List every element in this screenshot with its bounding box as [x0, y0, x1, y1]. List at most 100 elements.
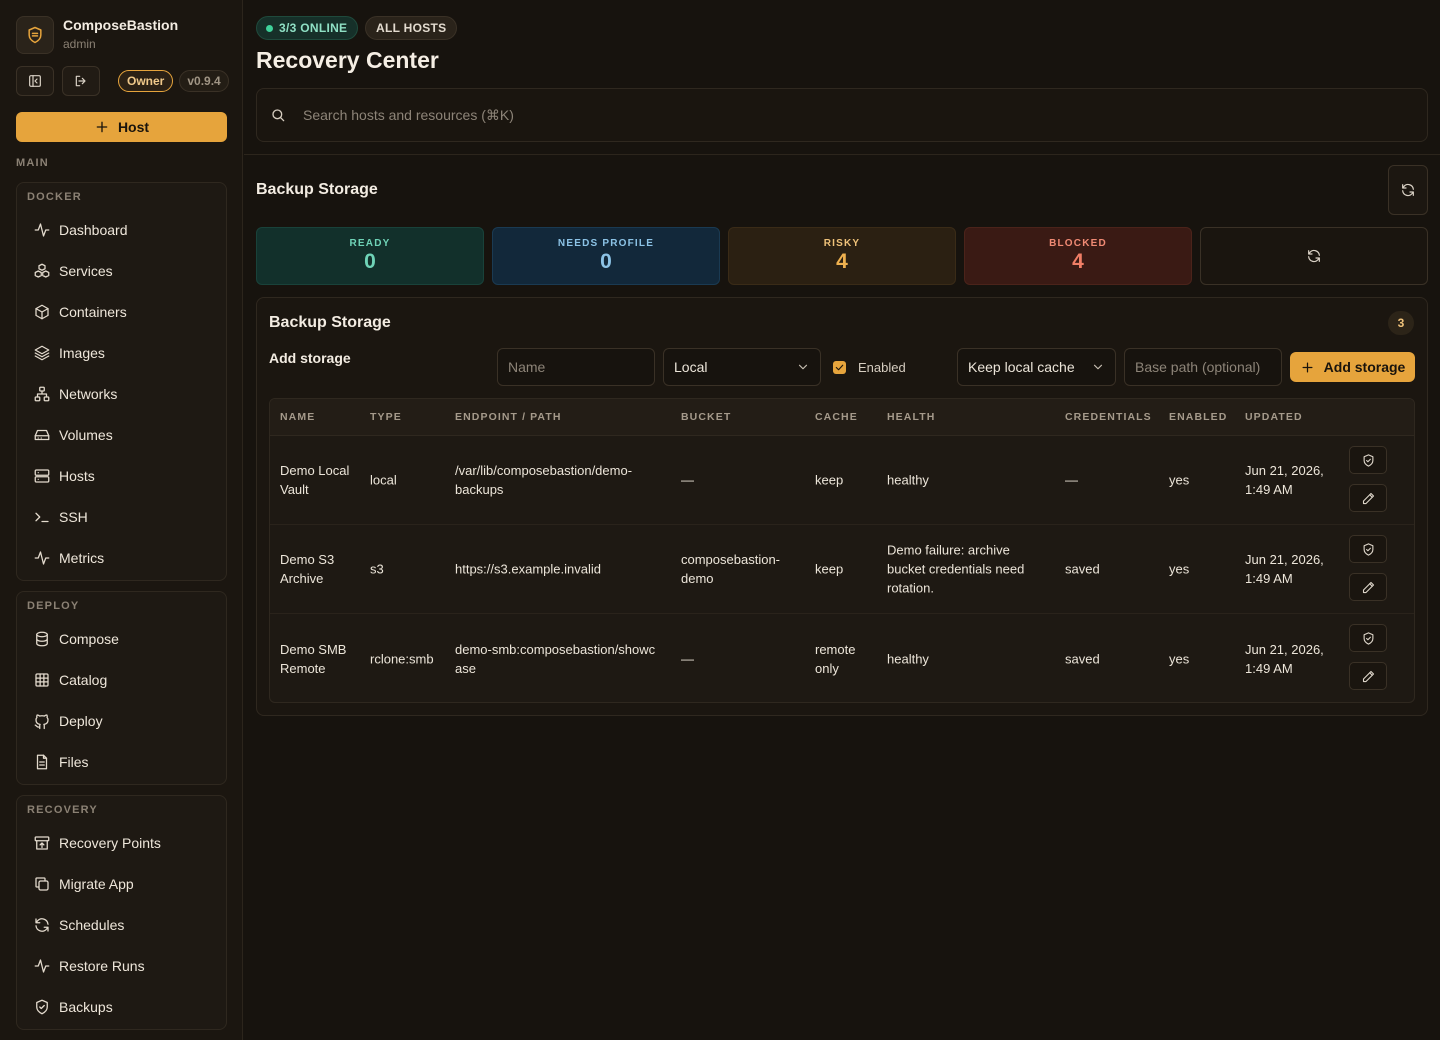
- nav-group-recovery: RECOVERY Recovery Points Migrate App Sch…: [16, 795, 227, 1030]
- sidebar-item-metrics[interactable]: Metrics: [17, 537, 226, 578]
- sidebar-item-containers[interactable]: Containers: [17, 291, 226, 332]
- column-header-cache[interactable]: CACHE: [815, 411, 858, 423]
- sidebar-item-images[interactable]: Images: [17, 332, 226, 373]
- sidebar-item-catalog[interactable]: Catalog: [17, 659, 226, 700]
- nav-group-title: DOCKER: [27, 191, 82, 203]
- sidebar-item-label: Containers: [59, 303, 127, 320]
- sidebar-item-hosts[interactable]: Hosts: [17, 455, 226, 496]
- cell-enabled: yes: [1169, 651, 1190, 666]
- sidebar-item-schedules[interactable]: Schedules: [17, 904, 226, 945]
- sidebar-tools: Owner v0.9.4: [16, 66, 229, 96]
- sidebar-item-migrate-app[interactable]: Migrate App: [17, 863, 226, 904]
- sidebar-item-label: Files: [59, 753, 89, 770]
- column-header-name[interactable]: NAME: [280, 411, 315, 423]
- logout-icon: [75, 75, 86, 87]
- stat-ready[interactable]: READY 0: [256, 227, 484, 285]
- nav-group-title: DEPLOY: [27, 600, 80, 612]
- storage-type-select[interactable]: Local: [663, 348, 821, 386]
- box-icon: [33, 303, 51, 321]
- brand-name: ComposeBastion: [63, 17, 179, 33]
- column-header-bucket[interactable]: BUCKET: [681, 411, 731, 423]
- host-filter-pill[interactable]: ALL HOSTS: [365, 16, 458, 40]
- add-host-button[interactable]: Host: [16, 112, 227, 142]
- stat-blocked[interactable]: BLOCKED 4: [964, 227, 1192, 285]
- base-path-input[interactable]: [1124, 348, 1282, 386]
- edit-storage-button[interactable]: [1349, 662, 1387, 690]
- cell-name: Demo S3 Archive: [280, 552, 335, 586]
- cell-cache: keep: [815, 472, 844, 488]
- sidebar-item-label: Restore Runs: [59, 957, 145, 974]
- cell-endpoint: /var/lib/composebastion/demo-backups: [455, 463, 633, 497]
- cell-bucket: —: [681, 472, 694, 488]
- enabled-checkbox[interactable]: [833, 361, 846, 374]
- stat-label: BLOCKED: [1049, 238, 1107, 249]
- table-row: Demo SMB Remote rclone:smb demo-smb:comp…: [270, 614, 1414, 702]
- sidebar-item-compose[interactable]: Compose: [17, 618, 226, 659]
- verify-storage-button[interactable]: [1349, 535, 1387, 563]
- search-input[interactable]: [303, 107, 1303, 123]
- file-icon: [33, 753, 51, 771]
- storage-type-value: Local: [674, 359, 708, 375]
- column-header-enabled[interactable]: ENABLED: [1169, 411, 1227, 423]
- verify-storage-button[interactable]: [1349, 624, 1387, 652]
- logout-button[interactable]: [62, 66, 100, 96]
- stat-risky[interactable]: RISKY 4: [728, 227, 956, 285]
- layers-icon: [33, 344, 51, 362]
- column-header-type[interactable]: TYPE: [370, 411, 402, 423]
- nav-group-title: RECOVERY: [27, 804, 98, 816]
- edit-storage-button[interactable]: [1349, 484, 1387, 512]
- refresh-button[interactable]: [1388, 165, 1428, 215]
- online-status-pill[interactable]: 3/3 ONLINE: [256, 16, 359, 40]
- cell-health: healthy: [887, 472, 929, 488]
- column-header-endpoint[interactable]: ENDPOINT / PATH: [455, 411, 562, 423]
- table-row: Demo S3 Archive s3 https://s3.example.in…: [270, 525, 1414, 614]
- shield-check-icon: [1363, 542, 1373, 556]
- sidebar-item-label: Recovery Points: [59, 834, 161, 851]
- column-header-health[interactable]: HEALTH: [887, 411, 935, 423]
- copy-icon: [33, 875, 51, 893]
- add-storage-label: Add storage: [269, 350, 351, 366]
- sidebar-item-dashboard[interactable]: Dashboard: [17, 209, 226, 250]
- services-icon: [33, 262, 51, 280]
- stat-label: RISKY: [823, 238, 861, 249]
- sidebar-item-deploy[interactable]: Deploy: [17, 700, 226, 741]
- add-storage-button[interactable]: Add storage: [1290, 352, 1415, 382]
- verify-storage-button[interactable]: [1349, 446, 1387, 474]
- edit-storage-button[interactable]: [1349, 573, 1387, 601]
- sidebar-item-label: Metrics: [59, 549, 105, 566]
- sidebar-item-volumes[interactable]: Volumes: [17, 414, 226, 455]
- cache-mode-select[interactable]: Keep local cache: [957, 348, 1116, 386]
- page-header: 3/3 ONLINE ALL HOSTS Recovery Center: [244, 0, 1440, 155]
- archive-icon: [33, 834, 51, 852]
- sidebar-item-services[interactable]: Services: [17, 250, 226, 291]
- cell-health: Demo failure: archive bucket credentials…: [887, 542, 1025, 596]
- storage-name-input[interactable]: [497, 348, 655, 386]
- sidebar-item-recovery-points[interactable]: Recovery Points: [17, 822, 226, 863]
- stat-label: READY: [349, 238, 391, 249]
- sidebar-item-networks[interactable]: Networks: [17, 373, 226, 414]
- refresh-icon: [33, 916, 51, 934]
- pencil-icon: [1362, 670, 1374, 682]
- sidebar-item-files[interactable]: Files: [17, 741, 226, 782]
- cell-enabled: yes: [1169, 472, 1190, 488]
- refresh-icon: [1402, 183, 1414, 197]
- column-header-credentials[interactable]: CREDENTIALS: [1065, 411, 1152, 423]
- page-title: Recovery Center: [256, 47, 439, 73]
- stats-refresh-button[interactable]: [1200, 227, 1428, 285]
- sidebar-item-restore-runs[interactable]: Restore Runs: [17, 945, 226, 986]
- cell-bucket: composebastion-demo: [681, 552, 780, 586]
- section-title: Backup Storage: [256, 181, 378, 198]
- sidebar-item-ssh[interactable]: SSH: [17, 496, 226, 537]
- sidebar-item-label: Hosts: [59, 467, 95, 484]
- sidebar-item-label: Volumes: [59, 426, 113, 443]
- enabled-toggle[interactable]: Enabled: [833, 360, 906, 375]
- sidebar-item-backups[interactable]: Backups: [17, 986, 226, 1027]
- plus-icon: [1302, 362, 1313, 372]
- online-status-label: 3/3 ONLINE: [279, 21, 348, 35]
- collapse-sidebar-button[interactable]: [16, 66, 54, 96]
- activity-icon: [33, 957, 51, 975]
- cell-bucket: —: [681, 651, 694, 666]
- activity-icon: [33, 549, 51, 567]
- column-header-updated[interactable]: UPDATED: [1245, 411, 1303, 423]
- stat-needs-profile[interactable]: NEEDS PROFILE 0: [492, 227, 720, 285]
